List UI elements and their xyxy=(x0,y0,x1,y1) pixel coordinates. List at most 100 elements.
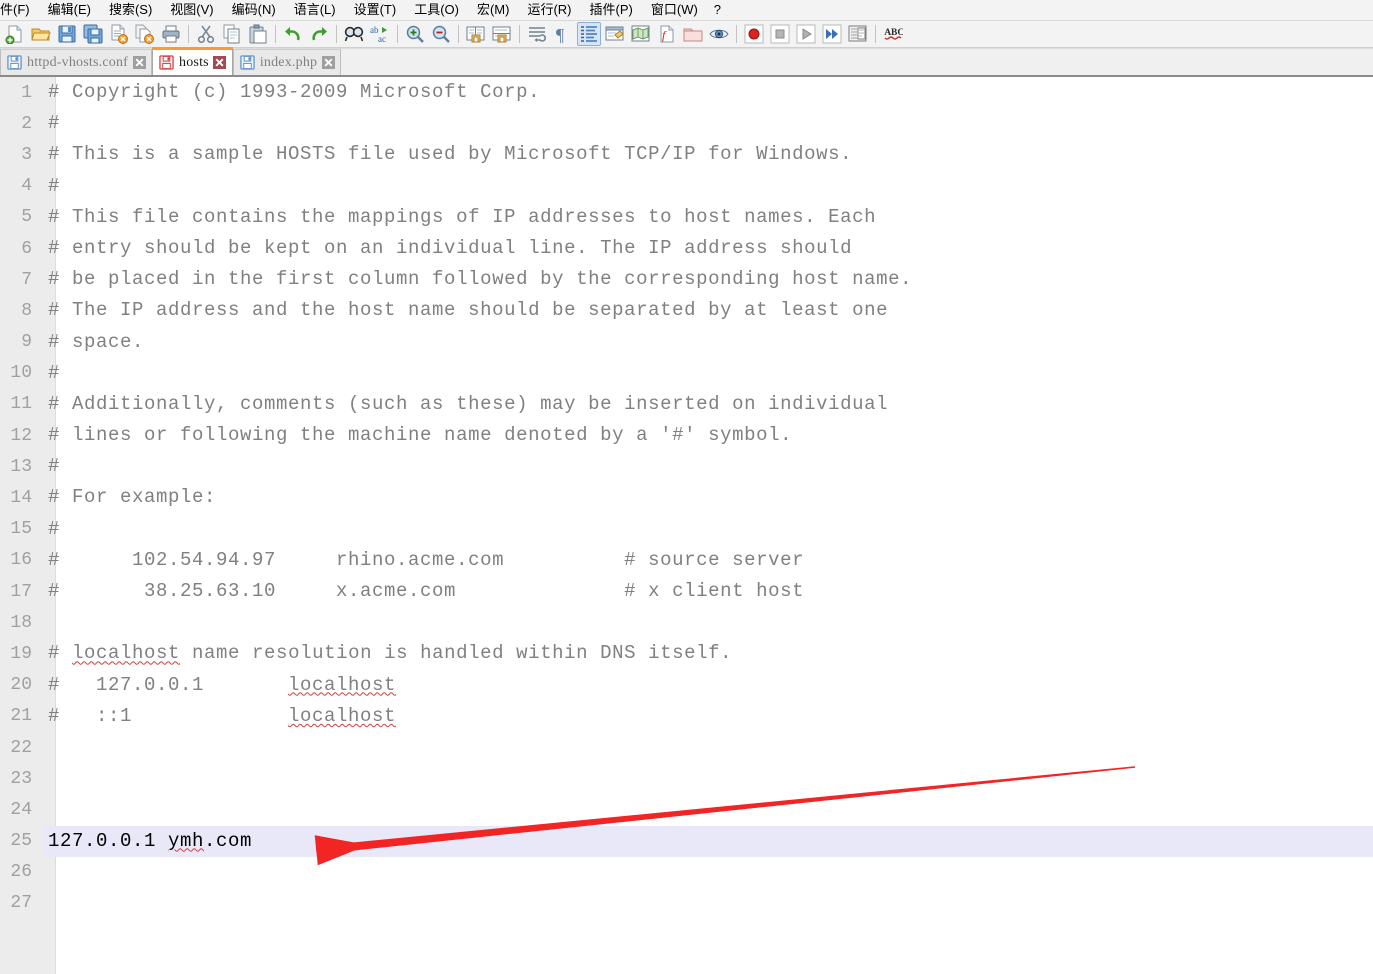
code-line-text[interactable]: # The IP address and the host name shoul… xyxy=(44,295,1373,326)
code-line-row[interactable]: 5 # This file contains the mappings of IP… xyxy=(0,202,1373,233)
folder-as-workspace-icon[interactable] xyxy=(681,22,705,46)
code-line-row[interactable]: 9 # space. xyxy=(0,327,1373,358)
code-line-text[interactable]: # Copyright (c) 1993-2009 Microsoft Corp… xyxy=(44,77,1373,108)
code-line-text[interactable]: 127.0.0.1 ymh.com xyxy=(44,825,1373,857)
close-tab-icon[interactable] xyxy=(321,56,335,70)
code-line-text[interactable] xyxy=(44,732,1373,763)
code-line-text[interactable]: # For example: xyxy=(44,482,1373,513)
code-line-text[interactable]: # xyxy=(44,358,1373,389)
print-icon[interactable] xyxy=(159,22,183,46)
code-line-row[interactable]: 8 # The IP address and the host name shou… xyxy=(0,295,1373,326)
zoom-out-icon[interactable] xyxy=(429,22,453,46)
save-all-icon[interactable] xyxy=(81,22,105,46)
menu-encoding[interactable]: 编码(N) xyxy=(223,0,285,20)
find-icon[interactable] xyxy=(342,22,366,46)
close-file-icon[interactable] xyxy=(107,22,131,46)
code-line-row[interactable]: 10 # xyxy=(0,358,1373,389)
document-map-icon[interactable] xyxy=(629,22,653,46)
code-line-text[interactable] xyxy=(44,857,1373,888)
document-preview-icon[interactable] xyxy=(707,22,731,46)
new-file-icon[interactable] xyxy=(3,22,27,46)
word-wrap-icon[interactable] xyxy=(525,22,549,46)
code-line-text[interactable]: # xyxy=(44,171,1373,202)
code-line-row[interactable]: 24 xyxy=(0,794,1373,825)
zoom-in-icon[interactable] xyxy=(403,22,427,46)
code-line-text[interactable]: # entry should be kept on an individual … xyxy=(44,233,1373,264)
close-tab-icon[interactable] xyxy=(132,56,146,70)
tab-hosts[interactable]: hosts xyxy=(152,47,233,75)
code-line-text[interactable]: # xyxy=(44,108,1373,139)
code-line-row[interactable]: 14 # For example: xyxy=(0,482,1373,513)
playback-macro-icon[interactable] xyxy=(794,22,818,46)
menu-search[interactable]: 搜索(S) xyxy=(100,0,161,20)
code-line-text[interactable]: # lines or following the machine name de… xyxy=(44,420,1373,451)
code-line-row[interactable]: 3 # This is a sample HOSTS file used by M… xyxy=(0,139,1373,170)
code-line-row[interactable]: 19 # localhost name resolution is handled… xyxy=(0,638,1373,669)
code-line-text[interactable]: # ::1 localhost xyxy=(44,701,1373,732)
code-line-text[interactable] xyxy=(44,763,1373,794)
code-line-text[interactable] xyxy=(44,607,1373,638)
code-line-text[interactable]: # 38.25.63.10 x.acme.com # x client host xyxy=(44,576,1373,607)
copy-icon[interactable] xyxy=(220,22,244,46)
code-line-row[interactable]: 16 # 102.54.94.97 rhino.acme.com # source… xyxy=(0,545,1373,576)
code-line-text[interactable]: # 127.0.0.1 localhost xyxy=(44,670,1373,701)
replace-icon[interactable]: ab ac xyxy=(368,22,392,46)
open-file-icon[interactable] xyxy=(29,22,53,46)
code-line-row[interactable]: 7 # be placed in the first column followe… xyxy=(0,264,1373,295)
show-all-characters-icon[interactable]: ¶ xyxy=(551,22,575,46)
code-line-row[interactable]: 2 # xyxy=(0,108,1373,139)
tab-index-php[interactable]: index.php xyxy=(232,49,342,75)
code-line-text[interactable]: # This is a sample HOSTS file used by Mi… xyxy=(44,139,1373,170)
undo-icon[interactable] xyxy=(281,22,305,46)
paste-icon[interactable] xyxy=(246,22,270,46)
code-line-row[interactable]: 12 # lines or following the machine name … xyxy=(0,420,1373,451)
code-lines[interactable]: 1 # Copyright (c) 1993-2009 Microsoft Cor… xyxy=(0,77,1373,974)
menu-macro[interactable]: 宏(M) xyxy=(468,0,519,20)
code-line-row[interactable]: 25 127.0.0.1 ymh.com xyxy=(0,825,1373,857)
editor-area[interactable]: 1 # Copyright (c) 1993-2009 Microsoft Cor… xyxy=(0,77,1373,974)
code-line-text[interactable]: # space. xyxy=(44,327,1373,358)
save-icon[interactable] xyxy=(55,22,79,46)
stop-recording-icon[interactable] xyxy=(768,22,792,46)
code-line-row[interactable]: 11 # Additionally, comments (such as thes… xyxy=(0,389,1373,420)
menu-view[interactable]: 视图(V) xyxy=(161,0,222,20)
user-defined-dialog-icon[interactable] xyxy=(603,22,627,46)
run-macro-multiple-icon[interactable] xyxy=(820,22,844,46)
tab-httpd-vhosts-conf[interactable]: httpd-vhosts.conf xyxy=(0,49,153,75)
menu-window[interactable]: 窗口(W) xyxy=(642,0,707,20)
function-list-icon[interactable]: f xyxy=(655,22,679,46)
code-line-row[interactable]: 4 # xyxy=(0,171,1373,202)
menu-file[interactable]: 文件(F) xyxy=(0,0,39,20)
code-line-text[interactable]: # 102.54.94.97 rhino.acme.com # source s… xyxy=(44,545,1373,576)
spell-check-icon[interactable]: ABC xyxy=(881,22,905,46)
redo-icon[interactable] xyxy=(307,22,331,46)
close-all-files-icon[interactable] xyxy=(133,22,157,46)
menu-settings[interactable]: 设置(T) xyxy=(345,0,406,20)
code-line-text[interactable]: # This file contains the mappings of IP … xyxy=(44,202,1373,233)
sync-horizontal-scroll-icon[interactable] xyxy=(490,22,514,46)
close-tab-icon[interactable] xyxy=(213,56,227,70)
cut-icon[interactable] xyxy=(194,22,218,46)
menu-plugins[interactable]: 插件(P) xyxy=(581,0,642,20)
code-line-text[interactable]: # xyxy=(44,514,1373,545)
menu-run[interactable]: 运行(R) xyxy=(518,0,580,20)
code-line-row[interactable]: 18 xyxy=(0,607,1373,638)
code-line-text[interactable]: # be placed in the first column followed… xyxy=(44,264,1373,295)
indent-guide-icon[interactable] xyxy=(577,22,601,46)
menu-tools[interactable]: 工具(O) xyxy=(405,0,468,20)
code-line-row[interactable]: 6 # entry should be kept on an individual… xyxy=(0,233,1373,264)
save-macro-icon[interactable] xyxy=(846,22,870,46)
code-line-text[interactable]: # Additionally, comments (such as these)… xyxy=(44,389,1373,420)
code-line-text[interactable]: # xyxy=(44,451,1373,482)
code-line-row[interactable]: 27 xyxy=(0,888,1373,919)
sync-vertical-scroll-icon[interactable] xyxy=(464,22,488,46)
code-line-row[interactable]: 1 # Copyright (c) 1993-2009 Microsoft Cor… xyxy=(0,77,1373,108)
code-line-text[interactable] xyxy=(44,794,1373,825)
code-line-row[interactable]: 21 # ::1 localhost xyxy=(0,701,1373,732)
code-line-row[interactable]: 20 # 127.0.0.1 localhost xyxy=(0,670,1373,701)
menu-help[interactable]: ? xyxy=(707,0,728,20)
record-macro-icon[interactable] xyxy=(742,22,766,46)
code-line-row[interactable]: 26 xyxy=(0,857,1373,888)
code-line-row[interactable]: 17 # 38.25.63.10 x.acme.com # x client ho… xyxy=(0,576,1373,607)
code-line-row[interactable]: 22 xyxy=(0,732,1373,763)
